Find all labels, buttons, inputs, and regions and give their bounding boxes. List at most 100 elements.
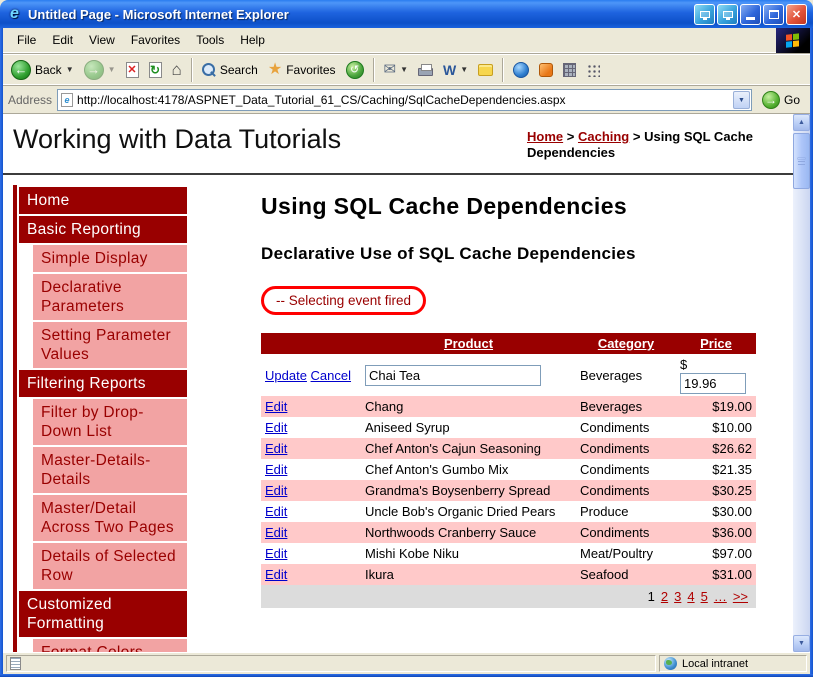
sidebar-item-basic-reporting[interactable]: Basic Reporting [19,216,187,243]
menu-file[interactable]: File [9,29,44,51]
sidebar-item-home[interactable]: Home [19,187,187,214]
title-bar[interactable]: e Untitled Page - Microsoft Internet Exp… [0,0,813,28]
cancel-link[interactable]: Cancel [311,368,351,383]
category-cell: Beverages [580,399,643,414]
back-label: Back [35,62,62,77]
print-button[interactable] [414,62,437,78]
edit-link[interactable]: Edit [265,504,287,519]
sidebar-item-setting-parameter-values[interactable]: Setting Parameter Values [33,322,187,368]
mail-dropdown-icon[interactable]: ▼ [400,65,408,74]
history-button[interactable]: ↺ [342,59,368,81]
edit-link[interactable]: Edit [265,483,287,498]
messenger-button[interactable] [509,60,533,80]
sites-button[interactable] [559,61,580,79]
globe-icon [664,657,677,670]
edit-link[interactable]: Edit [265,546,287,561]
forward-dropdown-icon[interactable]: ▼ [108,65,116,74]
menu-edit[interactable]: Edit [44,29,81,51]
grid-header-product[interactable]: Product [361,333,576,354]
address-dropdown-button[interactable]: ▼ [732,91,750,109]
sidebar-item-details-of-selected-row[interactable]: Details of Selected Row [33,543,187,589]
forward-button[interactable]: → ▼ [80,58,120,82]
edit-link[interactable]: Edit [265,441,287,456]
scrollbar-thumb[interactable] [793,133,810,189]
price-cell: $97.00 [712,546,752,561]
research-button[interactable] [535,61,557,79]
sidebar-item-customized-formatting[interactable]: Customized Formatting [19,591,187,637]
grid-header-price[interactable]: Price [676,333,756,354]
scroll-down-button[interactable]: ▼ [793,635,810,652]
home-button[interactable]: ⌂ [168,59,186,80]
pager-page-2[interactable]: 2 [661,589,668,604]
edit-link[interactable]: Edit [265,420,287,435]
search-button[interactable]: Search [198,61,262,79]
price-cell: $31.00 [712,567,752,582]
scroll-up-button[interactable]: ▲ [793,114,810,131]
breadcrumb: Home > Caching > Using SQL Cache Depende… [527,124,781,173]
mail-button[interactable]: ✉ ▼ [380,60,413,79]
refresh-button[interactable]: ↻ [145,60,166,80]
stop-button[interactable]: ✕ [122,60,143,80]
discuss-button[interactable] [474,62,497,78]
monitor-button-1[interactable] [694,3,715,25]
product-cell: Chang [365,399,404,414]
sidebar-item-master-detail-two-pages[interactable]: Master/Detail Across Two Pages [33,495,187,541]
edit-link[interactable]: Edit [265,567,287,582]
minimize-icon [746,17,755,20]
grid-button[interactable] [582,61,604,79]
monitor-button-2[interactable] [717,3,738,25]
address-input[interactable]: e http://localhost:4178/ASPNET_Data_Tuto… [57,89,752,111]
edit-link[interactable]: Edit [265,525,287,540]
sidebar-item-master-details-details[interactable]: Master-Details-Details [33,447,187,493]
back-dropdown-icon[interactable]: ▼ [66,65,74,74]
edit-mode-row: Update Cancel Beverages $ [261,354,756,396]
menu-help[interactable]: Help [232,29,273,51]
menu-favorites[interactable]: Favorites [123,29,188,51]
search-icon [201,62,216,77]
product-cell: Uncle Bob's Organic Dried Pears [365,504,556,519]
menu-tools[interactable]: Tools [188,29,232,51]
table-row: Edit Aniseed Syrup Condiments $10.00 [261,417,756,438]
minimize-button[interactable] [740,3,761,25]
back-button[interactable]: ← Back ▼ [7,58,78,82]
close-button[interactable]: ✕ [786,3,807,25]
pager-page-5[interactable]: 5 [701,589,708,604]
sidebar-item-format-colors[interactable]: Format Colors [33,639,187,652]
status-main-panel [6,655,656,672]
address-url[interactable]: http://localhost:4178/ASPNET_Data_Tutori… [77,93,729,107]
price-cell: $26.62 [712,441,752,456]
favorites-button[interactable]: ★ Favorites [264,60,340,80]
history-icon: ↺ [345,60,364,79]
edit-link[interactable]: Edit [265,462,287,477]
price-cell: $36.00 [712,525,752,540]
breadcrumb-home-link[interactable]: Home [527,129,563,144]
grid-header-category[interactable]: Category [576,333,676,354]
pager-page-4[interactable]: 4 [687,589,694,604]
building-icon [563,62,577,77]
table-row: Edit Uncle Bob's Organic Dried Pears Pro… [261,501,756,522]
sidebar-item-declarative-parameters[interactable]: Declarative Parameters [33,274,187,320]
pager-ellipsis[interactable]: … [714,589,727,604]
pager-next[interactable]: >> [733,589,748,604]
edit-dropdown-icon[interactable]: ▼ [460,65,468,74]
status-bar: Local intranet [3,652,810,674]
sidebar-item-filter-by-dropdown-list[interactable]: Filter by Drop-Down List [33,399,187,445]
maximize-button[interactable] [763,3,784,25]
maximize-icon [768,9,779,19]
menu-view[interactable]: View [81,29,123,51]
product-name-input[interactable] [365,364,541,386]
sidebar-item-simple-display[interactable]: Simple Display [33,245,187,272]
product-cell: Aniseed Syrup [365,420,450,435]
edit-link[interactable]: Edit [265,399,287,414]
breadcrumb-caching-link[interactable]: Caching [578,129,629,144]
ie-icon: e [10,5,19,22]
go-button[interactable]: → Go [757,90,805,110]
pager-page-3[interactable]: 3 [674,589,681,604]
update-link[interactable]: Update [265,368,307,383]
edit-row-category: Beverages [580,367,643,383]
vertical-scrollbar[interactable]: ▲ ▼ [793,114,810,652]
category-cell: Condiments [580,441,650,456]
edit-word-button[interactable]: W ▼ [439,61,472,79]
sidebar-item-filtering-reports[interactable]: Filtering Reports [19,370,187,397]
price-input[interactable] [680,373,746,394]
